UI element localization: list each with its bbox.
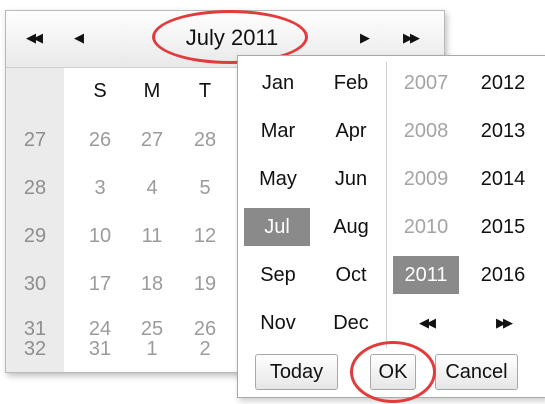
month-option[interactable]: Jun <box>316 160 386 198</box>
today-button[interactable]: Today <box>255 354 338 390</box>
day-cell[interactable]: 31 <box>71 329 129 369</box>
month-year-picker: Jan Feb Mar Apr May Jun Jul Aug Sep Oct … <box>237 55 545 398</box>
weekday-header: T <box>198 79 212 102</box>
day-cell[interactable]: 12 <box>176 214 234 258</box>
day-cell[interactable]: 11 <box>123 214 181 258</box>
prev-month-button[interactable]: ◀ <box>64 25 94 51</box>
month-option[interactable]: Nov <box>243 304 313 342</box>
cancel-button[interactable]: Cancel <box>435 354 518 390</box>
picker-divider <box>386 62 387 348</box>
day-cell[interactable]: 2 <box>176 329 234 369</box>
year-option[interactable]: 2010 <box>391 208 461 246</box>
double-left-arrow-icon: ◀◀ <box>419 315 436 330</box>
next-decade-button[interactable]: ▶▶ <box>468 304 538 342</box>
day-cell[interactable]: 10 <box>71 214 129 258</box>
weekday-header: S <box>93 79 107 102</box>
year-option[interactable]: 2015 <box>468 208 538 246</box>
week-number: 28 <box>23 176 47 199</box>
prev-decade-button[interactable]: ◀◀ <box>391 304 461 342</box>
month-option[interactable]: Aug <box>316 208 386 246</box>
day-cell[interactable]: 28 <box>176 118 234 162</box>
week-number: 30 <box>23 272 47 295</box>
week-number: 29 <box>23 224 47 247</box>
year-option[interactable]: 2007 <box>391 64 461 102</box>
month-option-selected[interactable]: Jul <box>244 208 310 246</box>
week-number: 27 <box>23 128 47 151</box>
day-cell[interactable]: 4 <box>123 166 181 210</box>
right-arrow-icon: ▶ <box>360 30 370 45</box>
month-option[interactable]: May <box>243 160 313 198</box>
month-option[interactable]: Dec <box>316 304 386 342</box>
month-year-title-button[interactable]: July 2011 <box>157 21 307 55</box>
year-option[interactable]: 2012 <box>468 64 538 102</box>
month-option[interactable]: Mar <box>243 112 313 150</box>
year-option[interactable]: 2008 <box>391 112 461 150</box>
day-cell[interactable]: 5 <box>176 166 234 210</box>
week-number: 32 <box>23 337 47 360</box>
double-right-arrow-icon: ▶▶ <box>403 30 420 45</box>
next-month-button[interactable]: ▶ <box>350 25 380 51</box>
year-option[interactable]: 2016 <box>468 256 538 294</box>
day-cell[interactable]: 26 <box>71 118 129 162</box>
double-right-arrow-icon: ▶▶ <box>496 315 513 330</box>
month-option[interactable]: Jan <box>243 64 313 102</box>
weekday-header: M <box>143 79 161 102</box>
day-cell[interactable]: 19 <box>176 262 234 306</box>
month-option[interactable]: Sep <box>243 256 313 294</box>
month-option[interactable]: Feb <box>316 64 386 102</box>
day-cell[interactable]: 1 <box>123 329 181 369</box>
left-arrow-icon: ◀ <box>74 30 84 45</box>
next-year-button[interactable]: ▶▶ <box>395 25 425 51</box>
year-option[interactable]: 2014 <box>468 160 538 198</box>
ok-button[interactable]: OK <box>370 354 416 390</box>
month-option[interactable]: Oct <box>316 256 386 294</box>
day-cell[interactable]: 3 <box>71 166 129 210</box>
year-option-selected[interactable]: 2011 <box>393 256 459 294</box>
year-option[interactable]: 2013 <box>468 112 538 150</box>
year-option[interactable]: 2009 <box>391 160 461 198</box>
day-cell[interactable]: 17 <box>71 262 129 306</box>
prev-year-button[interactable]: ◀◀ <box>18 25 48 51</box>
month-option[interactable]: Apr <box>316 112 386 150</box>
double-left-arrow-icon: ◀◀ <box>26 30 43 45</box>
day-cell[interactable]: 27 <box>123 118 181 162</box>
day-cell[interactable]: 18 <box>123 262 181 306</box>
